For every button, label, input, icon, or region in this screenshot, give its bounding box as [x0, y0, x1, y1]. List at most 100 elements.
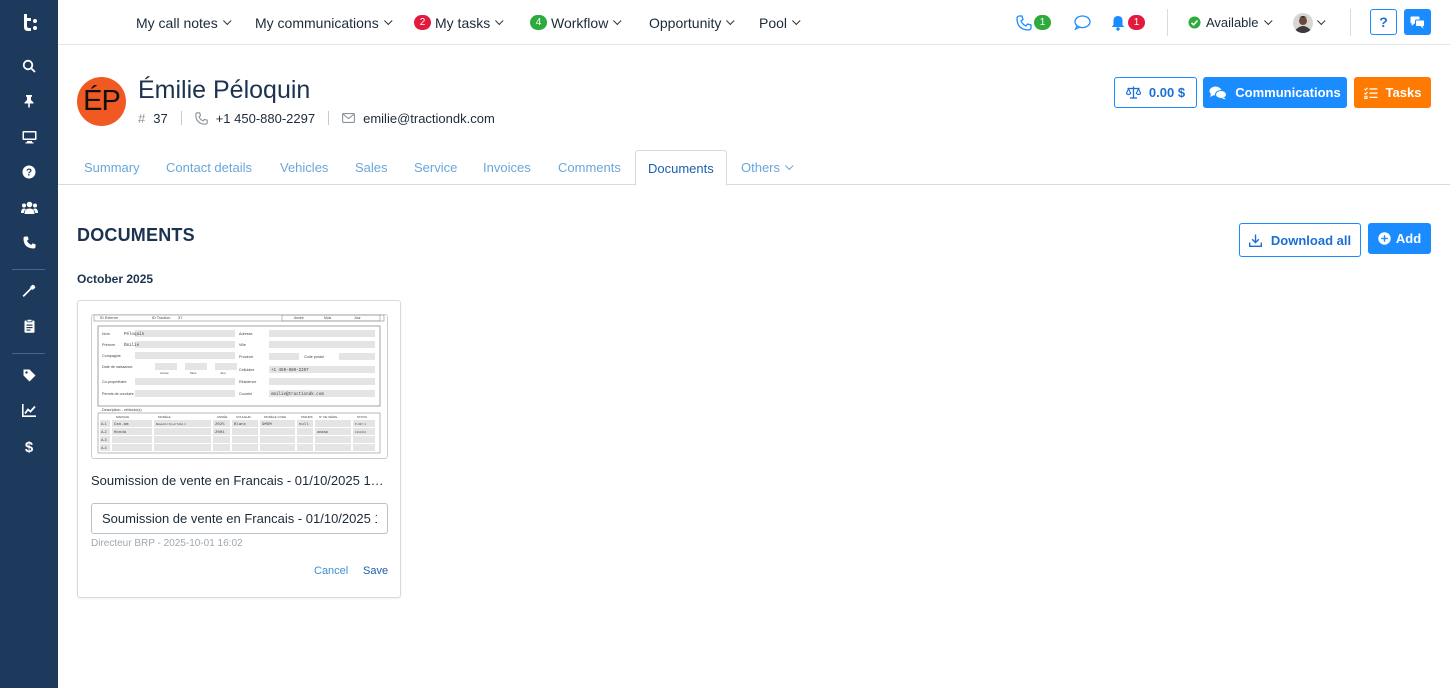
thumbnail-cell — [232, 436, 258, 443]
add-document-button[interactable]: Add — [1368, 223, 1431, 254]
contact-phone[interactable]: +1 450-880-2297 — [194, 111, 315, 126]
download-all-button[interactable]: Download all — [1239, 223, 1361, 257]
svg-text:?: ? — [26, 168, 32, 179]
nav-pool[interactable]: Pool — [759, 0, 801, 45]
document-title[interactable]: Soumission de vente en Francais - 01/10/… — [91, 473, 388, 488]
balance-value: 0.00 $ — [1148, 85, 1186, 100]
nav-my-call-notes[interactable]: My call notes — [136, 0, 232, 45]
desktop-icon[interactable] — [0, 125, 58, 149]
thumbnail-field — [135, 378, 235, 385]
tab-others[interactable]: Others — [741, 150, 794, 185]
thumbnail-cell — [297, 444, 313, 451]
meta-divider — [328, 111, 330, 125]
save-button[interactable]: Save — [363, 565, 388, 577]
chevron-down-icon — [495, 16, 504, 25]
thumbnail-field — [269, 330, 375, 337]
thumbnail-field — [185, 363, 207, 370]
document-card: ID Externe ID Traction 37 Année Mois Jour Nom P… — [77, 300, 401, 598]
thumbnail-cell — [260, 436, 295, 443]
thumbnail-label: Code postal — [304, 355, 324, 359]
tab-sales[interactable]: Sales — [355, 150, 388, 185]
tab-documents[interactable]: Documents — [635, 150, 727, 186]
thumbnail-label: Cellulaire — [239, 368, 254, 372]
tab-vehicles[interactable]: Vehicles — [280, 150, 328, 185]
phone-calls-button[interactable]: 1 — [1016, 0, 1055, 45]
nav-my-tasks[interactable]: 2 My tasks — [414, 0, 504, 45]
chevron-down-icon — [726, 16, 735, 25]
nav-label: Pool — [759, 14, 788, 31]
tasks-button[interactable]: Tasks — [1354, 77, 1431, 108]
phone-icon[interactable] — [0, 230, 58, 254]
tab-summary[interactable]: Summary — [84, 150, 140, 185]
chat-bubble-button[interactable] — [1074, 0, 1091, 45]
thumbnail-field — [269, 341, 375, 348]
communications-button[interactable]: Communications — [1203, 77, 1347, 108]
contact-name: Émilie Péloquin — [138, 76, 311, 104]
thumbnail-text: Mois — [324, 316, 331, 320]
thumbnail-cell — [353, 444, 375, 451]
notifications-button[interactable]: 1 — [1111, 0, 1149, 45]
nav-my-communications[interactable]: My communications — [255, 0, 393, 45]
communications-label: Communications — [1235, 85, 1341, 100]
thumbnail-label: Résidence — [239, 380, 256, 384]
thumbnail-value: Péloquin — [124, 332, 145, 337]
thumbnail-label: Date de naissance — [102, 365, 133, 369]
thumbnail-cell-text: 1111111 — [355, 431, 366, 434]
documents-heading: DOCUMENTS — [77, 225, 195, 245]
tab-contact-details[interactable]: Contact details — [166, 150, 252, 185]
phone-icon — [1016, 14, 1032, 31]
contact-email[interactable]: emilie@tractiondk.com — [342, 111, 495, 126]
thumbnail-cell-text: null — [299, 422, 309, 427]
tab-invoices[interactable]: Invoices — [483, 150, 531, 185]
availability-status-dropdown[interactable]: Available — [1188, 0, 1273, 45]
thumbnail-label: Permis de conduire — [102, 392, 134, 396]
dollar-icon[interactable]: $ — [0, 434, 58, 458]
thumbnail-label: Courriel — [239, 392, 252, 396]
document-thumbnail[interactable]: ID Externe ID Traction 37 Année Mois Jour Nom P… — [91, 314, 388, 459]
thumbnail-text: Mois — [190, 371, 197, 375]
pin-icon[interactable] — [0, 89, 58, 113]
thumbnail-value: Émilie — [124, 343, 140, 348]
tab-comments[interactable]: Comments — [558, 150, 621, 185]
hash-icon: # — [138, 110, 146, 126]
app-logo[interactable] — [0, 0, 58, 44]
thumbnail-cell — [213, 436, 230, 443]
svg-text:$: $ — [25, 439, 34, 454]
tab-service[interactable]: Service — [414, 150, 457, 185]
cancel-button[interactable]: Cancel — [314, 565, 348, 577]
workflow-count-badge: 4 — [530, 15, 547, 30]
document-name-input[interactable] — [91, 503, 388, 534]
nav-label: My tasks — [435, 14, 491, 31]
balance-button[interactable]: 0.00 $ — [1114, 77, 1197, 108]
nav-workflow[interactable]: 4 Workflow — [530, 0, 622, 45]
scale-balance-icon — [1125, 86, 1141, 99]
thumbnail-header: KM/HRS — [301, 415, 313, 419]
search-icon[interactable] — [0, 54, 58, 78]
plus-circle-icon — [1378, 232, 1391, 245]
tag-icon[interactable] — [0, 363, 58, 387]
line-chart-icon[interactable] — [0, 398, 58, 422]
thumbnail-cell-text: 9MSM — [262, 423, 272, 427]
thumbnail-label: Co-propriétaire — [102, 380, 127, 384]
messenger-button[interactable] — [1404, 9, 1431, 35]
question-circle-icon[interactable]: ? — [0, 160, 58, 184]
nav-opportunity[interactable]: Opportunity — [649, 0, 735, 45]
thumbnail-row-tag-text: A-4 — [101, 446, 107, 450]
bell-icon — [1111, 15, 1125, 31]
task-list-icon — [1363, 86, 1378, 99]
thumbnail-text: Jour — [220, 371, 226, 375]
thumbnail-header: MARQUE — [116, 415, 129, 419]
user-menu[interactable] — [1293, 0, 1326, 45]
thumbnail-text: 37 — [178, 317, 183, 321]
clipboard-icon[interactable] — [0, 314, 58, 338]
add-label: Add — [1395, 231, 1422, 246]
thumbnail-cell — [213, 444, 230, 451]
document-group-date: October 2025 — [77, 272, 154, 286]
thumbnail-label: Compagnie — [102, 354, 121, 358]
users-icon[interactable] — [0, 195, 58, 219]
thumbnail-cell — [232, 444, 258, 451]
chevron-down-icon — [1263, 16, 1273, 25]
thumbnail-cell-text: 2025 — [215, 423, 225, 427]
help-button[interactable]: ? — [1370, 9, 1397, 35]
wrench-icon[interactable] — [0, 279, 58, 303]
